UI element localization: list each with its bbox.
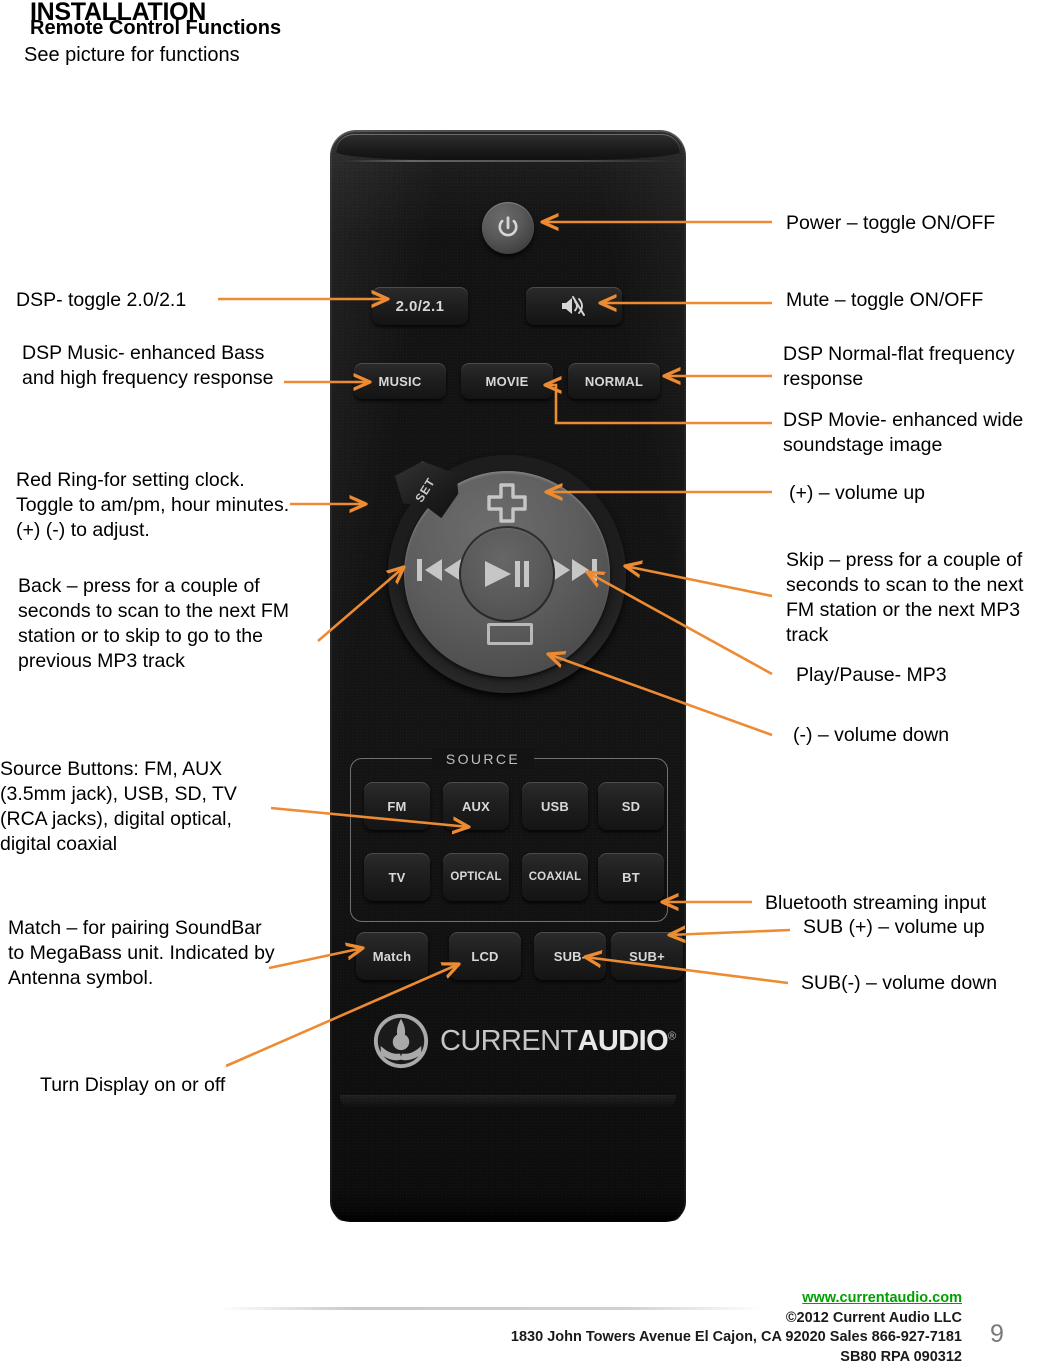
logo-word-audio: AUDIO [577,1024,669,1057]
source-button-coaxial[interactable]: COAXIAL [522,853,588,901]
current-audio-logo-icon [373,1013,429,1069]
arrow-sub-up [669,930,791,935]
footer: www.currentaudio.com ©2012 Current Audio… [402,1289,962,1365]
source-button-tv[interactable]: TV [364,853,430,901]
callout-red-ring: Red Ring-for setting clock. Toggle to am… [16,469,290,541]
source-button-bt[interactable]: BT [598,853,664,901]
callout-mute: Mute – toggle ON/OFF [786,289,984,311]
page-root: INSTALLATION Remote Control Functions Se… [0,0,1050,1365]
sub-up-button[interactable]: SUB+ [611,932,683,980]
callout-dsp-normal: DSP Normal-flat frequency response [783,343,1015,390]
dsp-music-button[interactable]: MUSIC [354,363,446,399]
source-button-fm[interactable]: FM [364,782,430,830]
callout-bluetooth: Bluetooth streaming input [765,892,987,914]
source-group-label: SOURCE [432,748,534,770]
callout-dsp-movie: DSP Movie- enhanced wide soundstage imag… [783,409,1024,456]
next-track-icon[interactable] [552,555,598,585]
logo-registered-mark: ® [668,1029,676,1042]
callout-power: Power – toggle ON/OFF [786,212,996,234]
callout-match: Match – for pairing SoundBar to MegaBass… [8,917,275,989]
callout-back: Back – press for a couple of seconds to … [18,575,289,672]
callout-dsp-music: DSP Music- enhanced Bass and high freque… [22,342,274,389]
power-icon [498,216,518,237]
brand-logo-text: CURRENTAUDIO® [440,1025,676,1058]
dsp-normal-button[interactable]: NORMAL [568,363,660,399]
play-pause-button[interactable] [459,526,555,622]
source-button-aux[interactable]: AUX [443,782,509,830]
callout-source-buttons: Source Buttons: FM, AUX (3.5mm jack), US… [0,758,237,855]
logo-word-current: CURRENT [440,1024,578,1057]
instruction-text: See picture for functions [24,44,240,66]
dsp-movie-button[interactable]: MOVIE [461,363,553,399]
callout-volume-down: (-) – volume down [793,724,950,746]
remote-control-image: 2.0/2.1 MUSIC MOVIE NORMAL SET SOURCE FM… [330,130,686,1222]
page-number: 9 [990,1320,1004,1348]
dsp-toggle-button[interactable]: 2.0/2.1 [372,287,468,325]
lcd-button[interactable]: LCD [449,932,521,980]
source-button-optical[interactable]: OPTICAL [443,853,509,901]
mute-icon [562,296,585,316]
power-button[interactable] [482,202,534,254]
callout-play-pause: Play/Pause- MP3 [796,664,947,686]
play-pause-icon [485,561,529,587]
source-button-sd[interactable]: SD [598,782,664,830]
remote-top-highlight [344,160,672,162]
match-button[interactable]: Match [356,932,428,980]
minus-icon[interactable] [487,623,533,645]
brand-logo: CURRENTAUDIO® [372,1010,676,1072]
mute-button[interactable] [526,287,622,325]
footer-address: 1830 John Towers Avenue El Cajon, CA 920… [510,1329,962,1345]
footer-website-link[interactable]: www.currentaudio.com [402,1289,962,1309]
remote-top-bevel [336,134,680,160]
callout-lcd: Turn Display on or off [40,1074,226,1096]
plus-icon[interactable] [486,482,528,524]
previous-track-icon[interactable] [416,555,462,585]
footer-copyright: ©2012 Current Audio LLC [785,1309,962,1326]
callout-sub-down: SUB(-) – volume down [801,972,998,994]
sub-down-button[interactable]: SUB- [534,932,606,980]
source-button-usb[interactable]: USB [522,782,588,830]
callout-dsp-toggle: DSP- toggle 2.0/2.1 [16,289,187,311]
dpad-cluster: SET [388,455,626,693]
footer-doc-code: SB80 RPA 090312 [840,1348,962,1365]
page-subtitle: Remote Control Functions [30,17,282,39]
callout-volume-up: (+) – volume up [789,482,926,504]
remote-bottom-edge [334,1211,682,1221]
remote-bottom-seam [340,1095,676,1114]
callout-skip: Skip – press for a couple of seconds to … [786,549,1024,646]
callout-sub-up: SUB (+) – volume up [803,916,985,938]
